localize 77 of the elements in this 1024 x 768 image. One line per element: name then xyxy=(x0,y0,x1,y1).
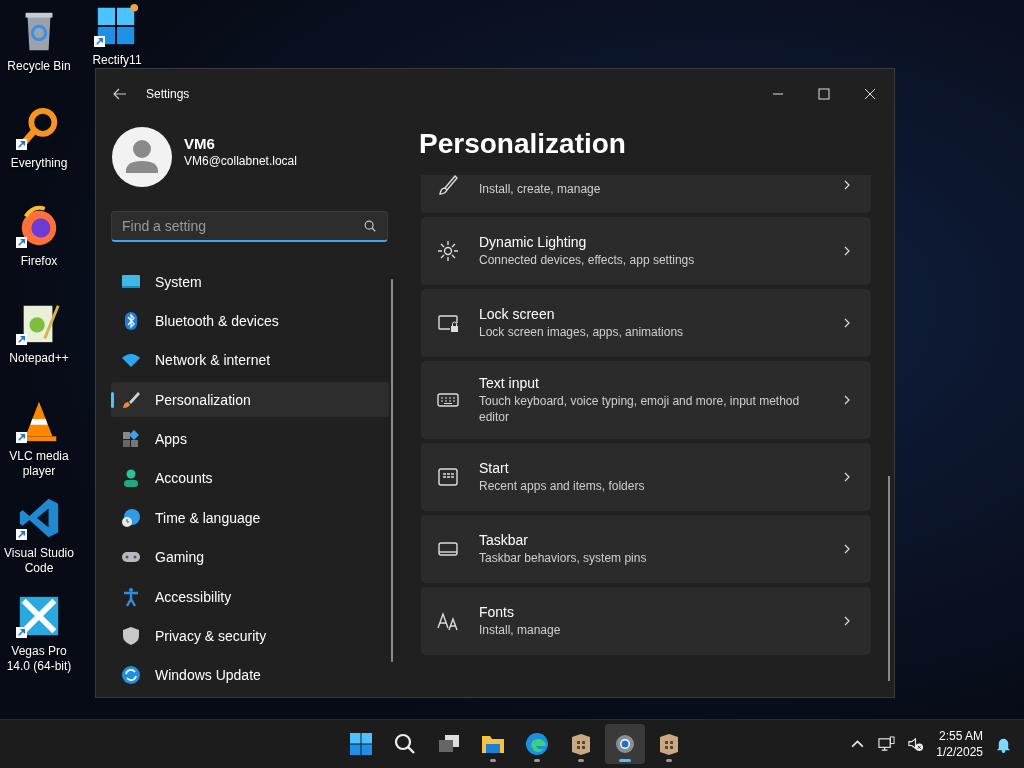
shortcut-arrow-icon xyxy=(16,627,27,638)
shortcut-arrow-icon xyxy=(16,432,27,443)
nav-item[interactable]: Windows Update xyxy=(111,657,389,693)
network-icon[interactable] xyxy=(878,735,896,753)
profile-email: VM6@collabnet.local xyxy=(184,153,297,168)
card-description: Recent apps and items, folders xyxy=(479,478,646,494)
maximize-icon[interactable] xyxy=(816,86,832,102)
card-title: Dynamic Lighting xyxy=(479,234,588,250)
sync-icon xyxy=(121,665,141,686)
card-title: Text input xyxy=(479,375,540,391)
page-title: Personalization xyxy=(419,127,627,161)
nav-item[interactable]: Privacy & security xyxy=(111,618,389,654)
settings-card[interactable]: Text input Touch keyboard, voice typing, emoji and more, input method editor xyxy=(421,361,871,439)
card-description: Taskbar behaviors, system pins xyxy=(479,550,648,566)
package-icon xyxy=(657,732,681,756)
nav-item[interactable]: System xyxy=(111,264,389,300)
browser-icon xyxy=(525,732,549,756)
settings-card[interactable]: Taskbar Taskbar behaviors, system pins xyxy=(421,515,871,583)
clock[interactable]: 2:55 AM 1/2/2025 xyxy=(936,728,983,760)
desktop-icon-label[interactable]: Rectify11 xyxy=(79,53,155,68)
apps-icon xyxy=(121,429,141,450)
lock-screen-icon xyxy=(437,312,459,334)
avatar-icon[interactable] xyxy=(112,127,172,187)
person-icon xyxy=(121,468,141,489)
profile-name: VM6 xyxy=(184,134,216,152)
nav-item[interactable]: Accessibility xyxy=(111,578,389,615)
globe-clock-icon xyxy=(121,507,141,528)
desktop-icon-label[interactable]: Firefox xyxy=(1,254,77,269)
card-title: Fonts xyxy=(479,604,515,620)
shortcut-arrow-icon xyxy=(16,529,27,540)
shortcut-arrow-icon xyxy=(16,237,27,248)
card-title: Taskbar xyxy=(479,532,530,548)
nav-item[interactable]: Personalization xyxy=(111,382,389,418)
search-icon xyxy=(393,732,417,756)
nav-item[interactable]: Gaming xyxy=(111,539,389,575)
settings-card[interactable]: Lock screen Lock screen images, apps, animations xyxy=(421,289,871,357)
accessibility-icon xyxy=(121,586,141,607)
close-icon[interactable] xyxy=(862,86,878,102)
nav-item[interactable]: Time & language xyxy=(111,500,389,536)
shield-icon xyxy=(121,625,141,646)
sun-icon xyxy=(437,240,459,262)
card-description: Lock screen images, apps, animations xyxy=(479,324,685,340)
search-icon xyxy=(363,219,377,233)
card-description: Touch keyboard, voice typing, emoji and more, input method editor xyxy=(479,393,801,425)
windows-logo-icon xyxy=(349,732,373,756)
desktop-icon-label[interactable]: Notepad++ xyxy=(1,351,77,366)
brush-icon xyxy=(437,174,459,196)
shortcut-arrow-icon xyxy=(16,334,27,345)
start-menu-icon xyxy=(437,466,459,488)
settings-card[interactable]: Start Recent apps and items, folders xyxy=(421,443,871,511)
desktop-icon-label[interactable]: Vegas Pro 14.0 (64-bit) xyxy=(1,644,77,674)
search-field[interactable]: Find a setting xyxy=(111,211,388,242)
package-icon xyxy=(569,732,593,756)
card-title: Start xyxy=(479,460,510,476)
window-title: Settings xyxy=(146,87,190,101)
taskbar-button[interactable] xyxy=(605,724,645,764)
nav-item[interactable]: Bluetooth & devices xyxy=(111,303,389,339)
desktop-icon-label[interactable]: VLC media player xyxy=(1,449,77,479)
back-arrow-icon[interactable] xyxy=(112,86,128,102)
nav-item[interactable]: Apps xyxy=(111,421,389,457)
muted-speaker-icon[interactable] xyxy=(907,735,925,753)
shortcut-arrow-icon xyxy=(16,139,27,150)
desktop-icon-label[interactable]: Recycle Bin xyxy=(1,59,77,74)
desktop-icon-label[interactable]: Everything xyxy=(1,156,77,171)
desktop-icon-label[interactable]: Visual Studio Code xyxy=(1,546,77,576)
settings-card[interactable]: Fonts Install, manage xyxy=(421,587,871,655)
shortcut-arrow-icon xyxy=(94,36,105,47)
settings-card[interactable]: Dynamic Lighting Connected devices, effects, app settings xyxy=(421,217,871,285)
font-icon xyxy=(437,610,459,632)
nav-item[interactable]: Network & internet xyxy=(111,342,389,379)
card-description: Install, manage xyxy=(479,622,562,638)
card-title: Lock screen xyxy=(479,306,556,322)
card-description: Install, create, manage xyxy=(479,181,602,197)
card-description: Connected devices, effects, app settings xyxy=(479,252,696,268)
paintbrush-icon xyxy=(121,389,141,410)
nav-item[interactable]: Accounts xyxy=(111,460,389,497)
settings-card[interactable]: Install, create, manage xyxy=(421,175,871,213)
